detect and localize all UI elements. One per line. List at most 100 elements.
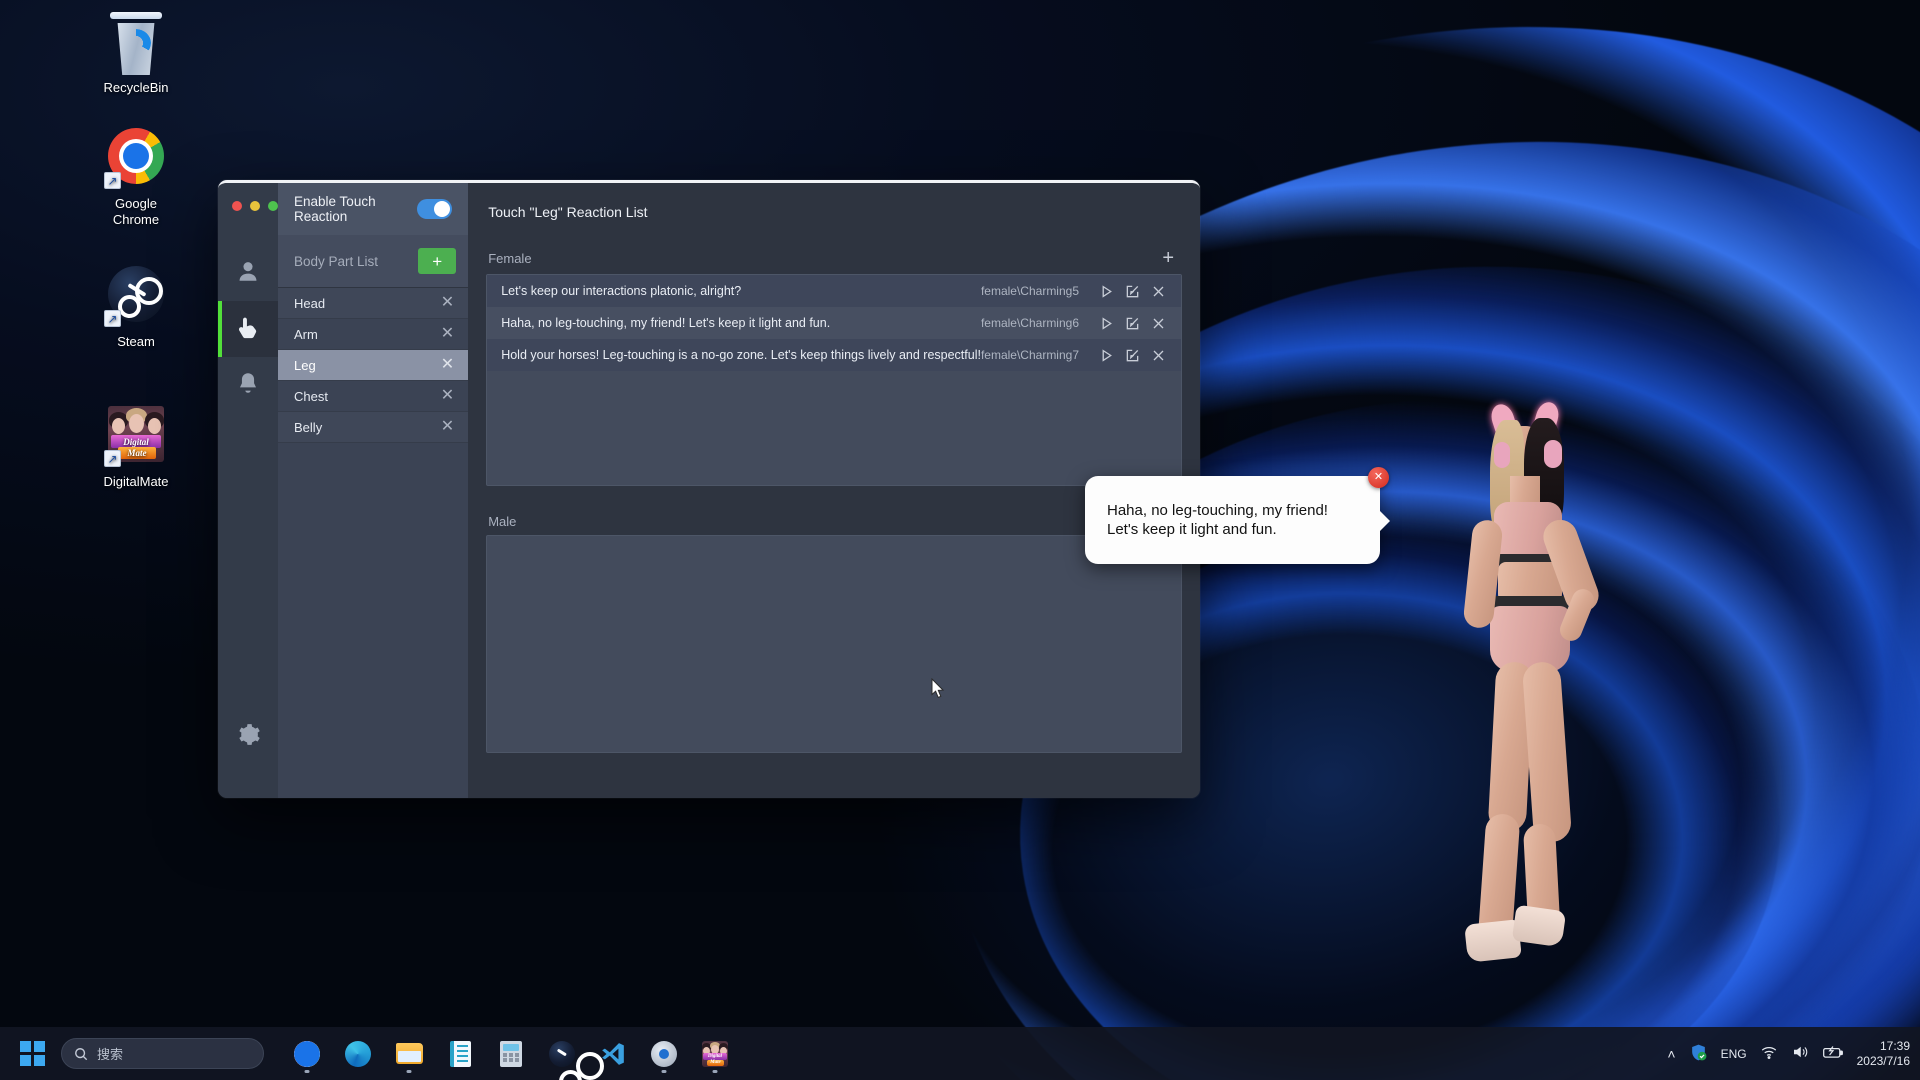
remove-body-part-icon[interactable]: ✕ [441,295,454,311]
body-part-label: Chest [294,388,328,404]
file-explorer-taskbar-icon[interactable] [387,1032,431,1076]
sidebar-item-settings[interactable] [218,722,278,752]
desktop-icon-recyclebin[interactable]: RecycleBin [76,12,196,96]
taskbar-clock[interactable]: 17:39 2023/7/16 [1857,1039,1910,1069]
body-part-list-label: Body Part List [294,253,379,269]
body-part-item-leg[interactable]: Leg ✕ [278,350,469,381]
speech-bubble-line2: Let's keep it light and fun. [1107,521,1277,538]
vscode-taskbar-icon[interactable] [591,1032,635,1076]
recycle-bin-icon [106,12,166,75]
body-part-item-head[interactable]: Head ✕ [278,288,469,319]
desktop-icon-label: DigitalMate [103,474,169,489]
delete-icon[interactable] [1145,284,1171,299]
calculator-taskbar-icon[interactable] [489,1032,533,1076]
play-icon[interactable] [1093,316,1119,331]
chrome-icon: ↗ [104,128,166,189]
settings-column-filler [278,443,469,798]
male-group-header: Male [488,514,1180,529]
mouse-cursor [931,677,945,699]
touch-icon [235,314,261,345]
body-part-label: Arm [294,326,318,342]
notepad-taskbar-icon[interactable] [438,1032,482,1076]
gear-icon [236,722,261,752]
reaction-text: Hold your horses! Leg-touching is a no-g… [501,348,981,362]
edit-icon[interactable] [1119,316,1145,331]
page-title: Touch "Leg" Reaction List [488,204,648,220]
shortcut-arrow-icon: ↗ [104,172,121,189]
minimize-window-button[interactable] [250,201,260,211]
add-body-part-button[interactable]: + [418,248,457,274]
desktop-icon-chrome[interactable]: ↗ Google Chrome [76,126,196,228]
reaction-row[interactable]: Hold your horses! Leg-touching is a no-g… [487,339,1181,371]
remove-body-part-icon[interactable]: ✕ [441,357,454,373]
delete-icon[interactable] [1145,316,1171,331]
male-group-label: Male [488,514,517,529]
body-part-list: Head ✕ Arm ✕ Leg ✕ Chest ✕ Belly ✕ [278,288,469,443]
male-reaction-list [486,535,1182,753]
sidebar-item-touch[interactable] [218,301,279,357]
remove-body-part-icon[interactable]: ✕ [441,388,454,404]
remove-body-part-icon[interactable]: ✕ [441,419,454,435]
reaction-row[interactable]: Let's keep our interactions platonic, al… [487,275,1181,307]
reaction-sound-path: female\Charming7 [980,348,1079,362]
steam-icon: ↗ [104,266,166,327]
body-part-item-arm[interactable]: Arm ✕ [278,319,469,350]
delete-icon[interactable] [1145,348,1171,363]
edit-icon[interactable] [1119,348,1145,363]
reaction-sound-path: female\Charming5 [980,284,1079,298]
language-indicator[interactable]: ENG [1721,1047,1747,1061]
start-button[interactable] [10,1032,54,1076]
volume-icon[interactable] [1791,1043,1809,1064]
reaction-text: Let's keep our interactions platonic, al… [501,284,742,298]
close-window-button[interactable] [232,201,242,211]
desktop-icon-digitalmate[interactable]: Digital Mate ↗ DigitalMate [76,404,196,490]
digitalmate-app-window[interactable]: Enable Touch Reaction Body Part List + H… [218,180,1200,798]
search-input[interactable]: 搜索 [61,1038,264,1069]
edge-taskbar-icon[interactable] [336,1032,380,1076]
female-group-label: Female [488,250,532,266]
maximize-window-button[interactable] [268,201,278,211]
enable-touch-reaction-toggle[interactable] [417,199,453,219]
enable-touch-reaction-row[interactable]: Enable Touch Reaction [278,183,469,235]
close-bubble-button[interactable]: ✕ [1368,467,1389,488]
body-part-label: Belly [294,419,323,435]
play-icon[interactable] [1093,348,1119,363]
unity-taskbar-icon[interactable] [642,1032,686,1076]
battery-icon[interactable] [1822,1043,1844,1064]
window-traffic-lights[interactable] [218,201,278,211]
tray-chevron-icon[interactable]: ˄ [1667,1046,1675,1062]
edit-icon[interactable] [1119,284,1145,299]
sidebar-item-notifications[interactable] [218,357,278,413]
play-icon[interactable] [1093,284,1119,299]
shortcut-arrow-icon: ↗ [104,450,121,467]
desktop-icon-steam[interactable]: ↗ Steam [76,264,196,350]
steam-taskbar-icon[interactable] [540,1032,604,1080]
female-reaction-list: Let's keep our interactions platonic, al… [486,274,1182,486]
shortcut-arrow-icon: ↗ [104,310,121,327]
reaction-row[interactable]: Haha, no leg-touching, my friend! Let's … [487,307,1181,339]
digitalmate-taskbar-icon[interactable]: Digital Mate [693,1032,737,1076]
body-part-label: Head [294,295,326,311]
add-female-reaction-button[interactable]: + [1156,248,1180,268]
remove-body-part-icon[interactable]: ✕ [441,326,454,342]
chrome-taskbar-icon[interactable] [285,1032,329,1076]
settings-column: Enable Touch Reaction Body Part List + H… [278,183,469,798]
security-shield-icon[interactable] [1689,1043,1708,1065]
desktop-icon-label-line1: Google [115,196,157,211]
speech-bubble-line1: Haha, no leg-touching, my friend! [1107,502,1328,519]
reaction-sound-path: female\Charming6 [980,316,1079,330]
body-part-list-header: Body Part List + [278,235,469,288]
speech-bubble-tail [1379,510,1390,532]
app-sidebar-rail [218,183,279,798]
windows-taskbar: 搜索 Digital Mate ˄ ENG 17:39 2023/7/16 [0,1027,1920,1080]
clock-time: 17:39 [1879,1038,1910,1053]
wifi-icon[interactable] [1760,1043,1778,1064]
reaction-text: Haha, no leg-touching, my friend! Let's … [501,316,831,330]
digitalmate-icon: Digital Mate ↗ [104,406,166,467]
sidebar-item-character[interactable] [218,245,278,301]
body-part-item-chest[interactable]: Chest ✕ [278,381,469,412]
female-group-header: Female + [488,248,1180,268]
character-speech-bubble: Haha, no leg-touching, my friend! Let's … [1085,467,1390,564]
body-part-item-belly[interactable]: Belly ✕ [278,412,469,443]
bell-icon [235,370,261,401]
